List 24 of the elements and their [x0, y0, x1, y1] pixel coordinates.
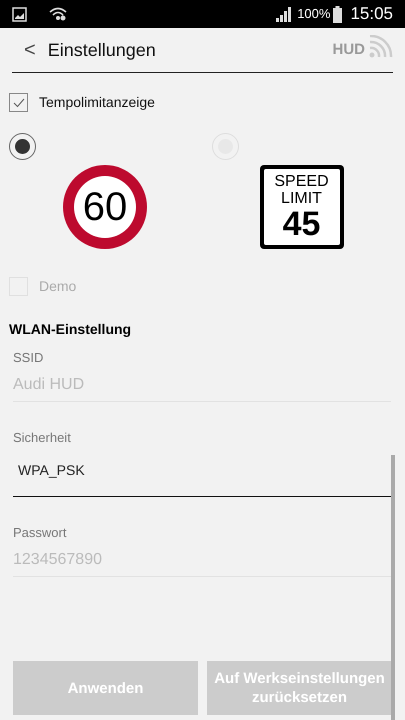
battery-icon	[333, 6, 342, 22]
text-field[interactable]: WPA_PSK	[13, 447, 391, 497]
page-title: Einstellungen	[48, 38, 156, 62]
field-label: Sicherheit	[13, 428, 72, 446]
hud-logo: HUD	[332, 40, 365, 60]
clock: 15:05	[350, 3, 393, 26]
back-button[interactable]: <	[24, 40, 36, 60]
checkbox[interactable]	[9, 93, 28, 112]
section-heading: WLAN-Einstellung	[9, 320, 132, 339]
sign-number: 60	[82, 187, 128, 227]
battery-percentage: 100%	[297, 5, 330, 24]
signal-icon	[275, 6, 294, 22]
radio-button[interactable]	[9, 133, 36, 160]
checkbox-label: Demo	[39, 277, 76, 296]
checkmark-icon	[12, 98, 24, 108]
field-label: SSID	[13, 349, 44, 367]
sign-text: SPEED	[274, 173, 329, 190]
signal-waves-icon	[367, 35, 393, 59]
checkbox-label: Tempolimitanzeige	[39, 93, 155, 112]
wifi-icon	[49, 7, 67, 21]
field-label: Passwort	[13, 524, 68, 542]
sign-text: LIMIT	[281, 190, 322, 207]
sign-number: 45	[282, 207, 320, 241]
image-icon	[12, 6, 27, 22]
